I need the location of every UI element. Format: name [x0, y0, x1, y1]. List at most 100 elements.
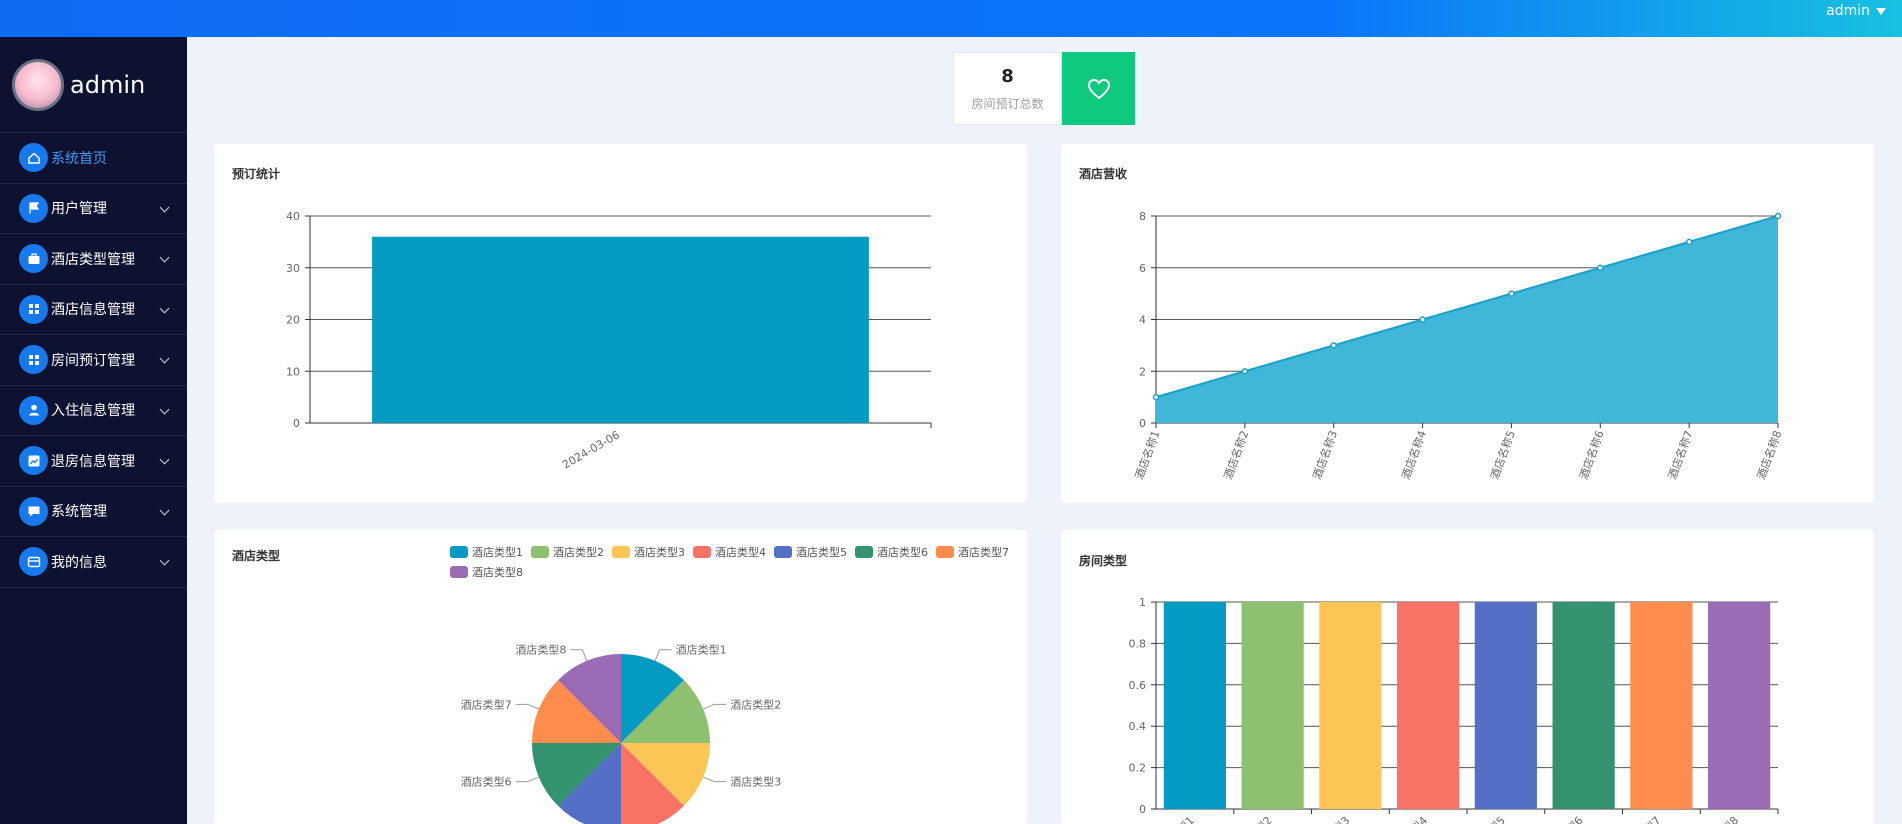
home-icon	[19, 143, 48, 173]
stat-info: 8 房间预订总数	[953, 52, 1062, 125]
x-tick-label: 类型5	[1478, 813, 1508, 824]
y-tick-label: 6	[1139, 262, 1146, 275]
caret-down-icon	[1876, 7, 1886, 15]
profile-name: admin	[70, 70, 146, 99]
pie-label: 酒店类型6	[461, 775, 512, 789]
x-tick-label: 类型1	[1167, 813, 1197, 824]
x-tick-label: 类型7	[1633, 813, 1663, 824]
pie-label-line	[515, 703, 539, 710]
y-tick-label: 30	[286, 262, 300, 275]
pie-label: 酒店类型3	[730, 775, 781, 789]
y-tick-label: 0.8	[1129, 637, 1147, 650]
stat-value: 8	[1001, 65, 1014, 87]
sidebar-item-6[interactable]: 入住信息管理	[0, 386, 187, 436]
data-point	[1774, 212, 1782, 220]
chevron-down-icon[interactable]	[159, 202, 170, 212]
sidebar-item-label: 酒店信息管理	[51, 302, 135, 319]
pie-label: 酒店类型1	[676, 643, 727, 657]
y-tick-label: 0	[1139, 417, 1146, 430]
y-tick-label: 8	[1139, 210, 1146, 223]
sidebar-item-8[interactable]: 系统管理	[0, 487, 187, 537]
data-point	[1152, 393, 1160, 401]
x-tick-label: 类型8	[1711, 813, 1741, 824]
hotel-revenue-chart: 0 2 4 6 8 酒店名称1 酒店名称2 酒店名称3 酒店名称4 酒店名称5 酒店名称6 酒店名称7…	[1132, 210, 1785, 482]
x-tick-label: 类型4	[1400, 813, 1430, 824]
x-tick-label: 类型3	[1322, 813, 1352, 824]
grid-icon	[19, 294, 48, 324]
stat-icon-box[interactable]	[1062, 52, 1135, 125]
pie-label-line	[570, 649, 588, 661]
data-point	[1241, 368, 1249, 375]
sidebar-item-5[interactable]: 房间预订管理	[0, 335, 187, 386]
x-tick-label: 酒店名称8	[1754, 429, 1785, 482]
bar	[1397, 602, 1460, 809]
bar	[1474, 602, 1537, 809]
profile: admin	[0, 37, 187, 133]
pie-label-line	[703, 703, 727, 710]
data-point	[1508, 290, 1515, 297]
x-tick-label: 酒店名称1	[1132, 429, 1163, 482]
sidebar-item-7[interactable]: 退房信息管理	[0, 436, 187, 487]
avatar	[12, 58, 64, 111]
x-tick-label: 酒店名称7	[1665, 429, 1696, 482]
y-tick-label: 40	[286, 210, 300, 223]
hotel-revenue-panel: 酒店营收 0 2 4 6 8 酒店名称1 酒店名称2 酒店名称3 酒店名称4 酒店名称5 酒店名称6…	[1061, 144, 1874, 503]
booking-stats-panel: 预订统计 0 10 20 30 40 2024-03-06	[214, 144, 1027, 503]
bar	[1552, 602, 1615, 809]
stat-label: 房间预订总数	[971, 96, 1044, 111]
briefcase-icon	[19, 244, 48, 274]
booking-stats-chart: 0 10 20 30 40 2024-03-06	[286, 210, 932, 472]
x-tick-label: 类型2	[1244, 813, 1274, 824]
bar	[1163, 602, 1226, 809]
y-tick-label: 0.6	[1129, 679, 1147, 692]
sidebar-item-label: 退房信息管理	[51, 453, 135, 470]
data-point	[1685, 238, 1693, 246]
x-tick-label: 酒店名称6	[1576, 429, 1607, 482]
chart-icon	[19, 446, 48, 476]
x-tick-label: 类型6	[1555, 813, 1585, 824]
sidebar-item-label: 酒店类型管理	[51, 251, 135, 268]
sidebar-item-1[interactable]: 系统首页	[0, 133, 187, 184]
chevron-down-icon[interactable]	[159, 252, 170, 263]
pie-label-line	[703, 776, 727, 783]
heart-icon	[1087, 78, 1110, 99]
sidebar-item-4[interactable]: 酒店信息管理	[0, 285, 187, 335]
y-tick-label: 0.4	[1129, 720, 1147, 733]
stat-card: 8 房间预订总数	[953, 52, 1135, 125]
data-point	[1597, 264, 1604, 271]
user-menu[interactable]: admin	[1826, 3, 1886, 19]
bar	[1241, 602, 1304, 809]
data-point	[1419, 316, 1426, 323]
flag-icon	[19, 193, 48, 223]
sidebar-item-label: 用户管理	[51, 201, 107, 218]
pie-label: 酒店类型2	[730, 697, 781, 711]
bar	[1630, 602, 1693, 809]
room-type-panel: 房间类型 00.20.40.60.81类型1类型2类型3类型4类型5类型6类型7…	[1061, 530, 1874, 824]
chevron-down-icon[interactable]	[159, 353, 170, 364]
sidebar-item-label: 入住信息管理	[51, 403, 135, 420]
chevron-down-icon[interactable]	[159, 454, 170, 465]
pie-label-line	[515, 776, 539, 783]
chevron-down-icon[interactable]	[159, 303, 170, 313]
chevron-down-icon[interactable]	[159, 505, 170, 515]
x-tick-label: 酒店名称2	[1221, 429, 1252, 482]
x-tick-label: 酒店名称4	[1398, 429, 1429, 482]
hotel-type-chart: 酒店类型1酒店类型2酒店类型3酒店类型4酒店类型5酒店类型6酒店类型7酒店类型8	[461, 643, 781, 824]
sidebar-item-9[interactable]: 我的信息	[0, 537, 187, 588]
y-tick-label: 1	[1139, 596, 1146, 609]
user-icon	[19, 395, 48, 425]
sidebar-item-3[interactable]: 酒店类型管理	[0, 234, 187, 285]
chevron-down-icon[interactable]	[159, 404, 170, 414]
sidebar-item-2[interactable]: 用户管理	[0, 184, 187, 234]
user-menu-label: admin	[1826, 3, 1870, 19]
bar	[372, 236, 869, 423]
sidebar-item-label: 房间预订管理	[51, 352, 135, 369]
message-icon	[19, 496, 48, 526]
pie-label: 酒店类型8	[515, 643, 566, 657]
chevron-down-icon[interactable]	[159, 555, 170, 566]
sidebar: admin 系统首页用户管理酒店类型管理 酒店信息管理 房间预订管理 入住信息管理 退房…	[0, 37, 187, 824]
bar	[1319, 602, 1382, 809]
bar	[1708, 602, 1771, 809]
x-tick-label: 酒店名称5	[1487, 429, 1518, 482]
sidebar-item-label: 我的信息	[51, 554, 107, 571]
